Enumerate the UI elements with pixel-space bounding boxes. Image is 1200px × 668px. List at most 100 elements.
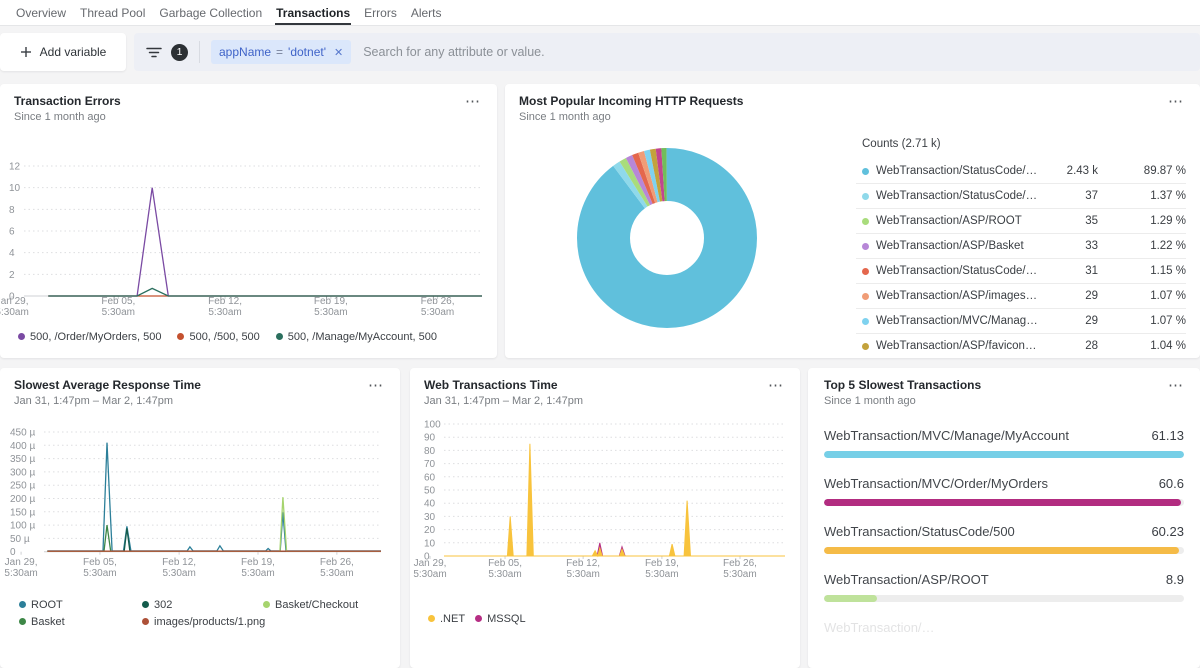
legend-item[interactable]: 500, /Manage/MyAccount, 500 (276, 328, 437, 345)
add-variable-button[interactable]: Add variable (0, 33, 126, 71)
table-row[interactable]: WebTransaction/ASP/favicon.ico281.04 % (856, 334, 1186, 358)
transaction-name: WebTransaction/MVC/Manage/MyAccount (824, 428, 1184, 443)
legend-label: Basket/Checkout (275, 599, 358, 611)
legend-item[interactable]: 500, /500, 500 (177, 328, 259, 345)
duration-value: 61.13 (1151, 428, 1184, 443)
legend-item[interactable]: 302 (142, 596, 263, 613)
svg-text:10: 10 (9, 183, 21, 194)
table-row[interactable]: WebTransaction/StatusCode/3042.43 k89.87… (856, 159, 1186, 184)
transaction-name: WebTransaction/MVC/Manage/MyAccou... (876, 315, 1038, 327)
percent-value: 1.07 % (1098, 315, 1186, 327)
transaction-name: WebTransaction/StatusCode/304 (876, 165, 1038, 177)
top5-row[interactable]: WebTransaction/MVC/Order/MyOrders60.6 (824, 476, 1184, 506)
svg-text:5:30am: 5:30am (102, 307, 135, 318)
top5-row[interactable]: WebTransaction/MVC/Manage/MyAccount61.13 (824, 428, 1184, 458)
legend-item[interactable]: 500, /Order/MyOrders, 500 (18, 328, 161, 345)
percent-value: 1.15 % (1098, 265, 1186, 277)
svg-text:5:30am: 5:30am (4, 568, 37, 579)
tab-overview[interactable]: Overview (9, 0, 73, 25)
count-value: 2.43 k (1038, 165, 1098, 177)
top5-row[interactable]: WebTransaction/ASP/ROOT8.9 (824, 572, 1184, 602)
svg-text:5:30am: 5:30am (241, 568, 274, 579)
tab-thread-pool[interactable]: Thread Pool (73, 0, 152, 25)
panel-menu-button[interactable]: ⋯ (465, 92, 481, 110)
legend-label: 500, /Order/MyOrders, 500 (30, 331, 161, 343)
svg-text:50: 50 (424, 486, 436, 497)
panel-subtitle: Since 1 month ago (824, 395, 981, 407)
panel-menu-button[interactable]: ⋯ (368, 376, 384, 394)
table-rows: WebTransaction/StatusCode/3042.43 k89.87… (856, 159, 1186, 358)
svg-text:5:30am: 5:30am (320, 568, 353, 579)
chip-close-icon[interactable]: ✕ (334, 46, 343, 59)
svg-text:150 µ: 150 µ (10, 507, 35, 518)
table-row[interactable]: WebTransaction/MVC/Manage/MyAccou...291.… (856, 309, 1186, 334)
svg-text:50 µ: 50 µ (10, 534, 30, 545)
chart-legend: ROOT 302 Basket/Checkout Basket images/produ… (0, 596, 400, 630)
series-color-dot (862, 268, 869, 275)
transaction-name: WebTransaction/StatusCode/302 (876, 265, 1038, 277)
legend-item[interactable]: images/products/1.png (142, 613, 265, 630)
panel-header: Most Popular Incoming HTTP Requests Sinc… (519, 94, 743, 123)
table-row[interactable]: WebTransaction/StatusCode/302311.15 % (856, 259, 1186, 284)
table-row[interactable]: WebTransaction/StatusCode/404371.37 % (856, 184, 1186, 209)
table-row[interactable]: WebTransaction/ASP/ROOT351.29 % (856, 209, 1186, 234)
count-value: 35 (1038, 215, 1098, 227)
tab-transactions[interactable]: Transactions (269, 0, 357, 25)
svg-text:5:30am: 5:30am (645, 569, 678, 580)
legend-item[interactable]: Basket (19, 613, 142, 630)
transaction-name: WebTransaction/StatusCode/404 (876, 190, 1038, 202)
legend-item[interactable]: ROOT (19, 596, 142, 613)
legend-item[interactable]: Basket/Checkout (263, 596, 393, 613)
count-value: 29 (1038, 290, 1098, 302)
panel-menu-button[interactable]: ⋯ (1168, 92, 1184, 110)
search-input[interactable] (361, 44, 1188, 60)
svg-text:Feb 05,: Feb 05, (101, 296, 135, 307)
tab-garbage-collection[interactable]: Garbage Collection (152, 0, 269, 25)
duration-value: 60.23 (1151, 524, 1184, 539)
top5-row[interactable]: WebTransaction/… (824, 620, 1184, 635)
legend-label: .NET (440, 613, 465, 625)
legend-label: 302 (154, 599, 172, 611)
legend-label: MSSQL (487, 613, 526, 625)
series-color-dot (276, 333, 283, 340)
svg-text:30: 30 (424, 512, 436, 523)
panel-transaction-errors: Transaction Errors Since 1 month ago ⋯ 1… (0, 84, 497, 358)
panel-title: Slowest Average Response Time (14, 378, 201, 392)
count-value: 29 (1038, 315, 1098, 327)
filter-icon (146, 46, 162, 59)
panel-web-transactions: Web Transactions Time Jan 31, 1:47pm – M… (410, 368, 800, 668)
table-row[interactable]: WebTransaction/ASP/images/cart.png291.07… (856, 284, 1186, 309)
transaction-name: WebTransaction/MVC/Order/MyOrders (824, 476, 1184, 491)
count-value: 37 (1038, 190, 1098, 202)
panel-title: Transaction Errors (14, 94, 121, 108)
series-color-dot (428, 615, 435, 622)
bar-track (824, 451, 1184, 458)
top5-row[interactable]: WebTransaction/StatusCode/50060.23 (824, 524, 1184, 554)
svg-text:100: 100 (424, 420, 441, 431)
table-row[interactable]: WebTransaction/ASP/Basket331.22 % (856, 234, 1186, 259)
transaction-name: WebTransaction/ASP/favicon.ico (876, 340, 1038, 352)
svg-text:5:30am: 5:30am (83, 568, 116, 579)
svg-text:300 µ: 300 µ (10, 467, 35, 478)
http-requests-donut-chart (567, 138, 767, 338)
tab-alerts[interactable]: Alerts (404, 0, 449, 25)
panel-title: Web Transactions Time (424, 378, 583, 392)
svg-text:4: 4 (9, 248, 15, 259)
transaction-errors-chart: 121086420Jan 29,5:30amFeb 05,5:30amFeb 1… (0, 146, 497, 328)
panel-menu-button[interactable]: ⋯ (768, 376, 784, 394)
tab-errors[interactable]: Errors (357, 0, 404, 25)
series-color-dot (862, 168, 869, 175)
series-color-dot (142, 618, 149, 625)
bar-track (824, 595, 1184, 602)
legend-label: images/products/1.png (154, 616, 265, 628)
filter-chip[interactable]: appName = 'dotnet' ✕ (211, 40, 351, 64)
web-transactions-chart: 1009080706050403020100Jan 29,5:30amFeb 0… (410, 414, 800, 582)
svg-text:6: 6 (9, 227, 15, 238)
panel-menu-button[interactable]: ⋯ (1168, 376, 1184, 394)
transaction-name: WebTransaction/… (824, 620, 1184, 635)
svg-text:20: 20 (424, 525, 436, 536)
filter-search-bar[interactable]: 1 appName = 'dotnet' ✕ (134, 33, 1200, 71)
duration-value: 8.9 (1166, 572, 1184, 587)
legend-item[interactable]: MSSQL (475, 610, 526, 627)
legend-item[interactable]: .NET (428, 610, 465, 627)
